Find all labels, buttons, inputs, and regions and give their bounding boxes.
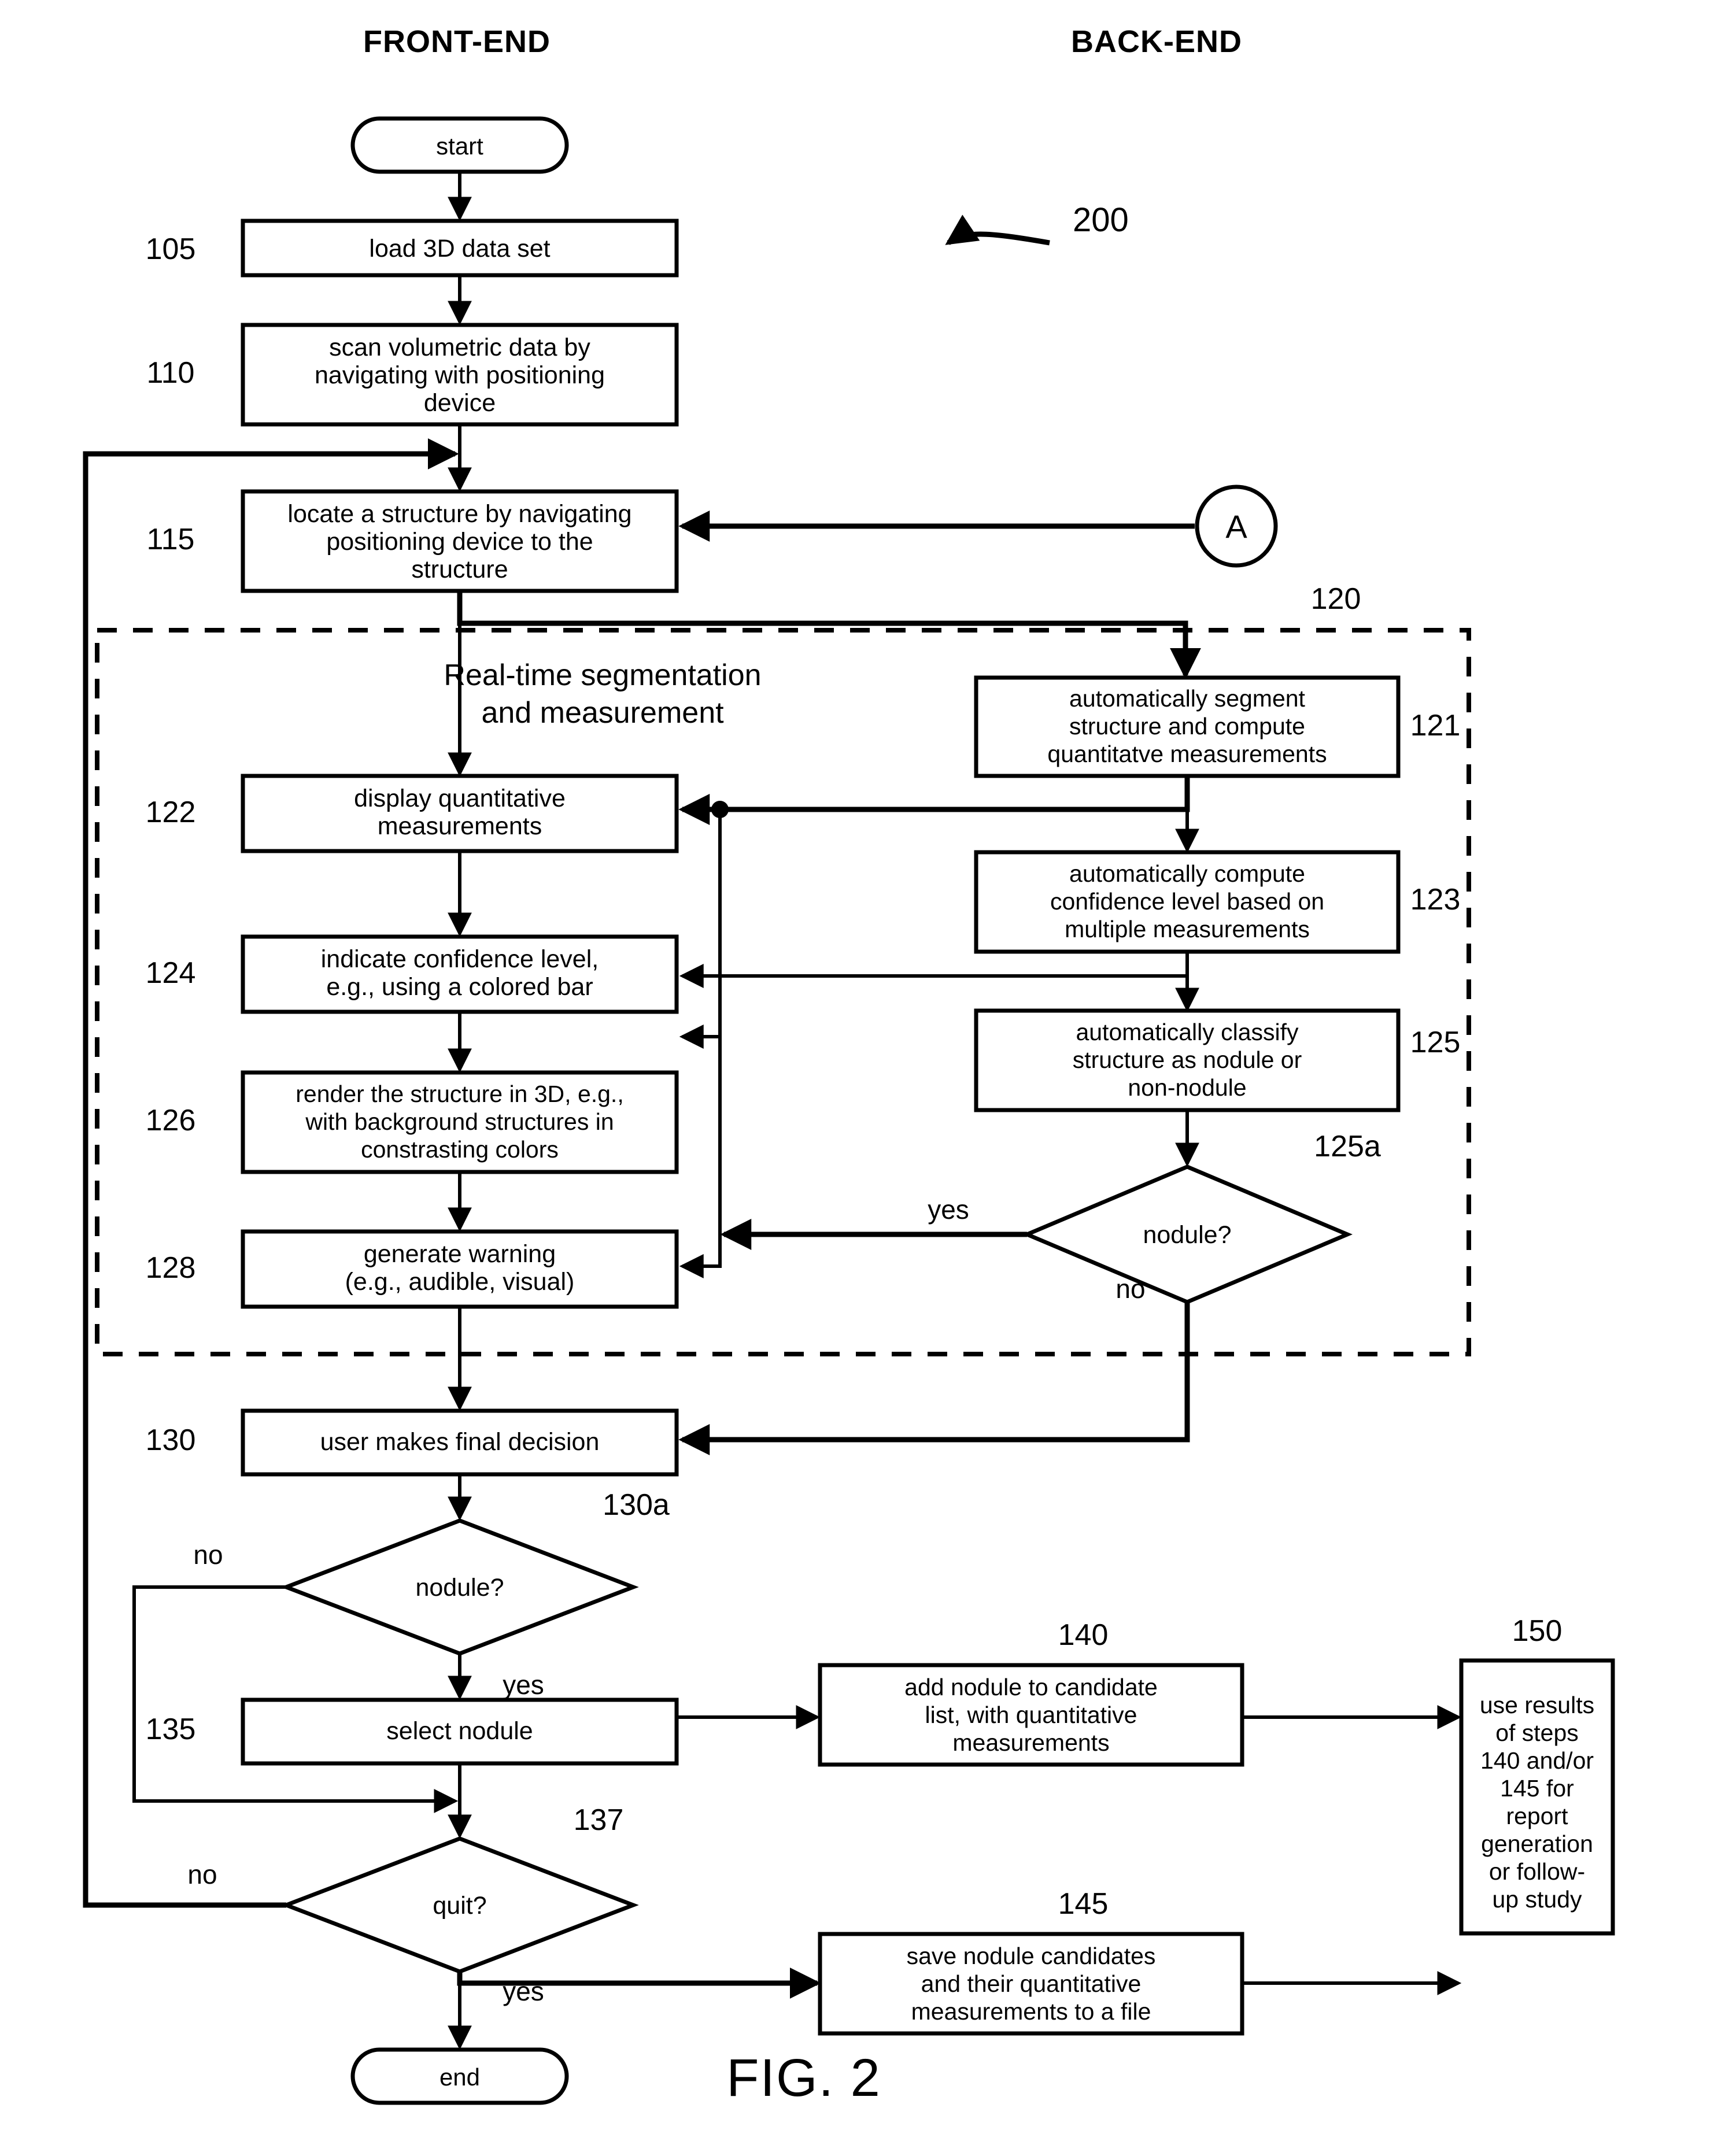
step-123-line-2: confidence level based on (1050, 888, 1324, 915)
step-128-ref: 128 (146, 1251, 196, 1285)
step-123-line-3: multiple measurements (1065, 916, 1310, 942)
step-126-line-2: with background structures in (305, 1108, 614, 1135)
decision-130a-label: nodule? (415, 1574, 504, 1602)
step-150-line-3: 140 and/or (1480, 1747, 1594, 1774)
connector-a-label: A (1225, 508, 1247, 545)
step-122-line-2: measurements (378, 812, 542, 840)
decision-125a-ref: 125a (1314, 1130, 1381, 1163)
step-122-ref: 122 (146, 796, 196, 829)
step-121-line-3: quantitatve measurements (1047, 741, 1327, 767)
step-140-line-2: list, with quantitative (925, 1702, 1137, 1728)
step-124-line-2: e.g., using a colored bar (326, 973, 593, 1001)
step-105-ref: 105 (146, 232, 196, 266)
step-145-ref: 145 (1058, 1887, 1109, 1921)
step-126-ref: 126 (146, 1104, 196, 1137)
step-122-line-1: display quantitative (354, 785, 566, 812)
ref-200-label: 200 (1073, 201, 1129, 239)
step-110-ref: 110 (147, 356, 195, 390)
step-130-line-1: user makes final decision (320, 1428, 600, 1456)
group-120-title-line-2: and measurement (481, 696, 724, 730)
step-123-line-1: automatically compute (1069, 860, 1305, 887)
step-124-ref: 124 (146, 956, 196, 990)
edge-123-to-124 (679, 952, 1189, 988)
decision-137-no-label: no (187, 1859, 217, 1889)
decision-125a-label: nodule? (1143, 1221, 1231, 1249)
figure-label: FIG. 2 (726, 2048, 881, 2107)
decision-130a-yes-label: yes (503, 1670, 544, 1700)
terminator-end-label: end (439, 2063, 480, 2091)
edge-121-to-122 (678, 776, 1190, 825)
step-125-ref: 125 (1410, 1026, 1461, 1059)
decision-125a-yes-label: yes (928, 1195, 969, 1225)
step-130-ref: 130 (146, 1423, 196, 1457)
flowchart-canvas: FRONT-END BACK-END 200 start load 3D dat… (83, 24, 1615, 2107)
column-header-front-end: FRONT-END (363, 24, 551, 59)
step-125-line-2: structure as nodule or (1073, 1046, 1302, 1073)
step-145-line-1: save nodule candidates (907, 1943, 1156, 1969)
step-110-line-2: navigating with positioning (315, 361, 605, 389)
step-126-line-3: constrasting colors (361, 1136, 559, 1163)
step-121-line-2: structure and compute (1069, 713, 1305, 739)
ref-200-leader (945, 215, 1050, 246)
step-128-line-1: generate warning (364, 1240, 556, 1268)
decision-125a-no-label: no (1115, 1274, 1145, 1304)
step-123-ref: 123 (1410, 883, 1461, 916)
terminator-start-label: start (436, 132, 483, 160)
step-125-line-1: automatically classify (1076, 1019, 1299, 1045)
step-150-line-5: report (1506, 1803, 1568, 1829)
step-140-line-3: measurements (952, 1729, 1109, 1756)
edge-trunk-to-126 (679, 809, 722, 1049)
step-110-line-1: scan volumetric data by (329, 334, 590, 361)
step-140-ref: 140 (1058, 1618, 1109, 1652)
step-145-line-2: and their quantitative (921, 1970, 1142, 1997)
step-135-line-1: select nodule (386, 1717, 533, 1745)
edge-137-no-to-115 (83, 438, 459, 1908)
step-121-ref: 121 (1410, 709, 1461, 742)
decision-137-label: quit? (433, 1892, 486, 1920)
step-145-line-3: measurements to a file (911, 1998, 1151, 2025)
step-126-line-1: render the structure in 3D, e.g., (295, 1081, 623, 1107)
step-150-line-1: use results (1480, 1692, 1594, 1718)
step-150-line-2: of steps (1495, 1719, 1579, 1746)
decision-137-ref: 137 (574, 1803, 624, 1837)
step-135-ref: 135 (146, 1713, 196, 1746)
step-105-line-1: load 3D data set (369, 235, 550, 262)
step-115-line-1: locate a structure by navigating (287, 500, 631, 528)
step-150-line-7: or follow- (1489, 1858, 1585, 1885)
step-140-line-1: add nodule to candidate (904, 1674, 1158, 1700)
decision-130a-no-label: no (193, 1540, 223, 1570)
step-150-line-6: generation (1481, 1830, 1593, 1857)
patent-figure-2: FRONT-END BACK-END 200 start load 3D dat… (0, 0, 1725, 2156)
column-header-back-end: BACK-END (1071, 24, 1242, 59)
step-128-line-2: (e.g., audible, visual) (345, 1268, 575, 1296)
group-120-title-line-1: Real-time segmentation (444, 659, 761, 692)
step-115-line-3: structure (411, 556, 508, 583)
group-120-ref: 120 (1311, 582, 1361, 616)
edge-125a-no-to-130 (678, 1302, 1190, 1455)
step-150-line-4: 145 for (1500, 1775, 1574, 1802)
decision-130a-ref: 130a (603, 1488, 670, 1522)
step-115-line-2: positioning device to the (326, 528, 593, 556)
step-110-line-3: device (424, 389, 496, 417)
step-150-ref: 150 (1512, 1614, 1563, 1648)
step-150-line-8: up study (1493, 1886, 1582, 1913)
step-115-ref: 115 (147, 523, 195, 556)
step-124-line-1: indicate confidence level, (321, 945, 599, 973)
step-121-line-1: automatically segment (1069, 685, 1306, 712)
step-125-line-3: non-nodule (1128, 1074, 1246, 1101)
